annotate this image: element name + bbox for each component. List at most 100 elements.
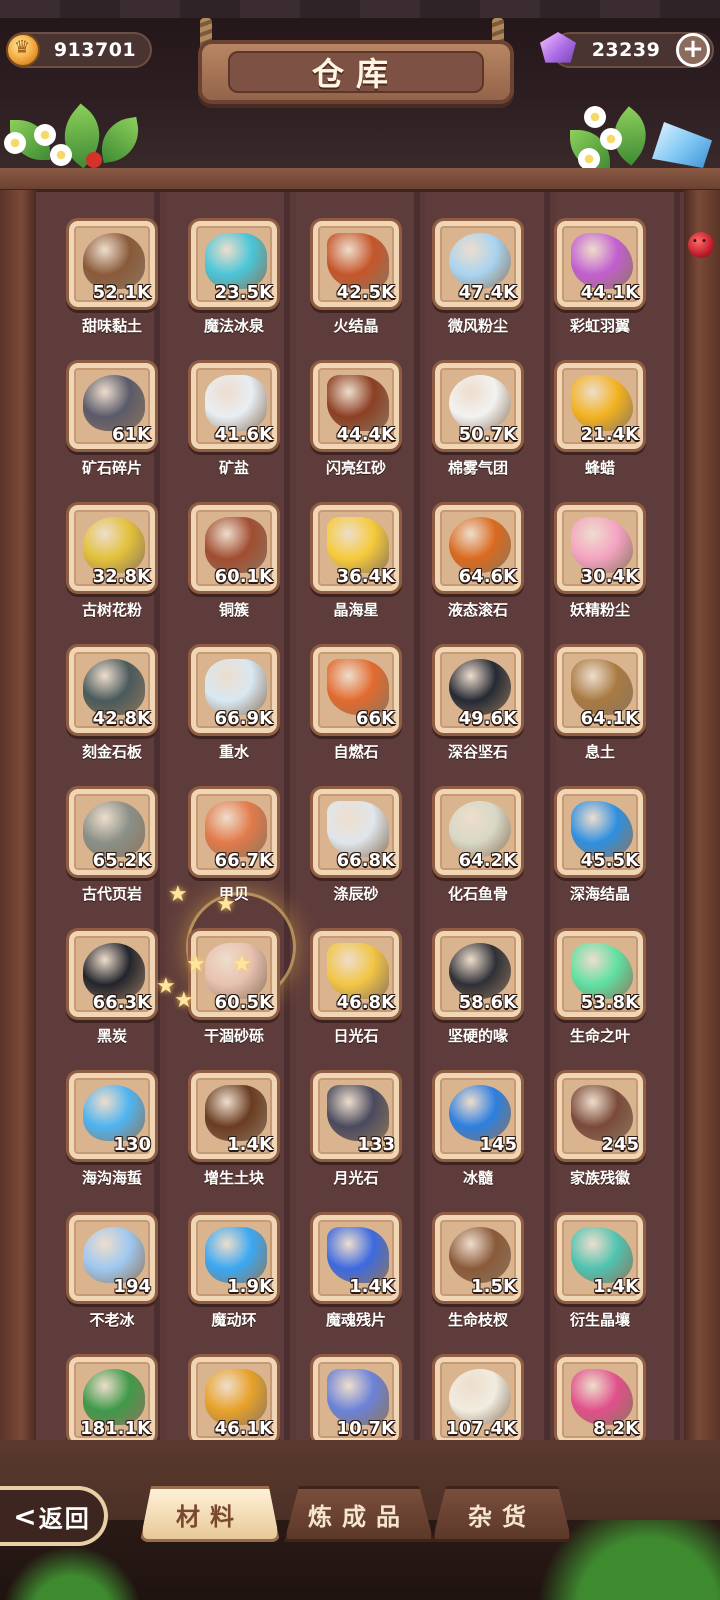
item-slot[interactable]: 64.2K xyxy=(432,786,524,878)
item-slot[interactable]: 49.6K xyxy=(432,644,524,736)
item-slot[interactable]: 1.4K xyxy=(310,1212,402,1304)
item-slot[interactable]: 21.4K xyxy=(554,360,646,452)
inventory-item[interactable]: 245 家族残徽 xyxy=(540,1070,662,1208)
inventory-item[interactable]: 41.6K 矿盐 xyxy=(174,360,296,498)
inventory-item[interactable]: 66.8K 涤辰砂 xyxy=(296,786,418,924)
inventory-item[interactable]: 66K 自燃石 xyxy=(296,644,418,782)
inventory-item[interactable]: 30.4K 妖精粉尘 xyxy=(540,502,662,640)
inventory-item[interactable]: 1.4K 魔魂残片 xyxy=(296,1212,418,1350)
inventory-item[interactable]: 61K 矿石碎片 xyxy=(52,360,174,498)
inventory-item[interactable]: 64.2K 化石鱼骨 xyxy=(418,786,540,924)
inventory-item[interactable]: 145 冰髓 xyxy=(418,1070,540,1208)
item-slot[interactable]: 47.4K xyxy=(432,218,524,310)
item-slot[interactable]: 45.5K xyxy=(554,786,646,878)
item-slot[interactable]: 64.6K xyxy=(432,502,524,594)
gold-counter[interactable]: 913701 xyxy=(6,32,152,68)
item-slot[interactable]: 53.8K xyxy=(554,928,646,1020)
item-count: 44.4K xyxy=(336,424,395,445)
inventory-item[interactable]: 1.4K 增生土块 xyxy=(174,1070,296,1208)
item-count: 1.5K xyxy=(471,1276,517,1297)
tab-misc[interactable]: 杂货 xyxy=(432,1486,572,1542)
item-slot[interactable]: 44.1K xyxy=(554,218,646,310)
item-slot[interactable]: 44.4K xyxy=(310,360,402,452)
item-slot[interactable]: 64.1K xyxy=(554,644,646,736)
inventory-item[interactable]: 64.6K 液态滚石 xyxy=(418,502,540,640)
item-slot[interactable]: 52.1K xyxy=(66,218,158,310)
inventory-item[interactable]: 50.7K 棉雾气团 xyxy=(418,360,540,498)
item-slot[interactable]: 50.7K xyxy=(432,360,524,452)
inventory-item[interactable]: 36.4K 晶海星 xyxy=(296,502,418,640)
inventory-item[interactable]: 42.5K 火结晶 xyxy=(296,218,418,356)
item-slot[interactable]: 61K xyxy=(66,360,158,452)
item-slot[interactable]: 1.4K xyxy=(554,1212,646,1304)
item-slot[interactable]: 66.9K xyxy=(188,644,280,736)
item-slot[interactable]: 30.4K xyxy=(554,502,646,594)
item-slot[interactable]: 66.3K xyxy=(66,928,158,1020)
inventory-item[interactable]: 45.5K 深海结晶 xyxy=(540,786,662,924)
scroll-knob[interactable] xyxy=(688,232,714,258)
inventory-item[interactable]: 52.1K 甜味黏土 xyxy=(52,218,174,356)
item-slot[interactable]: 1.9K xyxy=(188,1212,280,1304)
item-slot[interactable]: 58.6K xyxy=(432,928,524,1020)
item-slot[interactable]: 181.1K xyxy=(66,1354,158,1446)
item-slot[interactable]: 8.2K xyxy=(554,1354,646,1446)
item-name: 铜簇 xyxy=(218,601,249,619)
item-slot[interactable]: 32.8K xyxy=(66,502,158,594)
inventory-item[interactable]: 44.1K 彩虹羽翼 xyxy=(540,218,662,356)
inventory-item[interactable]: 133 月光石 xyxy=(296,1070,418,1208)
inventory-item[interactable]: 1.4K 衍生晶壤 xyxy=(540,1212,662,1350)
item-slot[interactable]: 1.4K xyxy=(188,1070,280,1162)
inventory-item[interactable]: 46.8K 日光石 xyxy=(296,928,418,1066)
item-slot[interactable]: 10.7K xyxy=(310,1354,402,1446)
item-slot[interactable]: 194 xyxy=(66,1212,158,1304)
item-slot[interactable]: 36.4K xyxy=(310,502,402,594)
item-slot[interactable]: 42.8K xyxy=(66,644,158,736)
tab-products[interactable]: 炼成品 xyxy=(284,1486,434,1542)
item-slot[interactable]: 41.6K xyxy=(188,360,280,452)
item-icon xyxy=(83,801,145,857)
inventory-item[interactable]: 1.5K 生命枝杈 xyxy=(418,1212,540,1350)
inventory-item[interactable]: 65.2K 古代页岩 xyxy=(52,786,174,924)
item-name: 妖精粉尘 xyxy=(569,601,630,619)
item-slot[interactable]: 60.1K xyxy=(188,502,280,594)
item-count: 53.8K xyxy=(580,992,639,1013)
item-slot[interactable]: 46.1K xyxy=(188,1354,280,1446)
inventory-item[interactable]: 1.9K 魔动环 xyxy=(174,1212,296,1350)
inventory-item[interactable]: 64.1K 息土 xyxy=(540,644,662,782)
inventory-item[interactable]: 21.4K 蜂蜡 xyxy=(540,360,662,498)
item-slot[interactable]: 42.5K xyxy=(310,218,402,310)
back-button[interactable]: < 返回 xyxy=(0,1486,108,1546)
item-slot[interactable]: 245 xyxy=(554,1070,646,1162)
inventory-item[interactable]: 49.6K 深谷坚石 xyxy=(418,644,540,782)
gem-counter[interactable]: 23239 + xyxy=(540,32,714,68)
item-slot[interactable]: 1.5K xyxy=(432,1212,524,1304)
inventory-item[interactable]: 42.8K 刻金石板 xyxy=(52,644,174,782)
item-slot[interactable]: 46.8K xyxy=(310,928,402,1020)
inventory-item[interactable]: 23.5K 魔法冰泉 xyxy=(174,218,296,356)
inventory-item[interactable]: 194 不老冰 xyxy=(52,1212,174,1350)
inventory-item[interactable]: 44.4K 闪亮红砂 xyxy=(296,360,418,498)
inventory-item[interactable]: 32.8K 古树花粉 xyxy=(52,502,174,640)
add-gems-button[interactable]: + xyxy=(676,33,710,67)
inventory-item[interactable]: 60.1K 铜簇 xyxy=(174,502,296,640)
item-slot[interactable]: 133 xyxy=(310,1070,402,1162)
inventory-grid[interactable]: 52.1K 甜味黏土 23.5K 魔法冰泉 42.5K 火结晶 47.4K 微风粉尘 44.1K… xyxy=(36,192,684,1482)
item-icon xyxy=(571,1369,633,1425)
item-slot[interactable]: 66.8K xyxy=(310,786,402,878)
item-icon xyxy=(327,801,389,857)
item-slot[interactable]: 145 xyxy=(432,1070,524,1162)
inventory-item[interactable]: 58.6K 坚硬的喙 xyxy=(418,928,540,1066)
item-icon xyxy=(205,801,267,857)
item-slot[interactable]: 66.7K xyxy=(188,786,280,878)
item-slot[interactable]: 23.5K xyxy=(188,218,280,310)
inventory-item[interactable]: 130 海沟海蜇 xyxy=(52,1070,174,1208)
item-slot[interactable]: 66K xyxy=(310,644,402,736)
inventory-item[interactable]: 66.9K 重水 xyxy=(174,644,296,782)
inventory-item[interactable]: 47.4K 微风粉尘 xyxy=(418,218,540,356)
item-slot[interactable]: 130 xyxy=(66,1070,158,1162)
item-name: 矿石碎片 xyxy=(81,459,142,477)
inventory-item[interactable]: 53.8K 生命之叶 xyxy=(540,928,662,1066)
item-slot[interactable]: 107.4K xyxy=(432,1354,524,1446)
item-slot[interactable]: 65.2K xyxy=(66,786,158,878)
tab-materials[interactable]: 材料 xyxy=(140,1486,280,1542)
